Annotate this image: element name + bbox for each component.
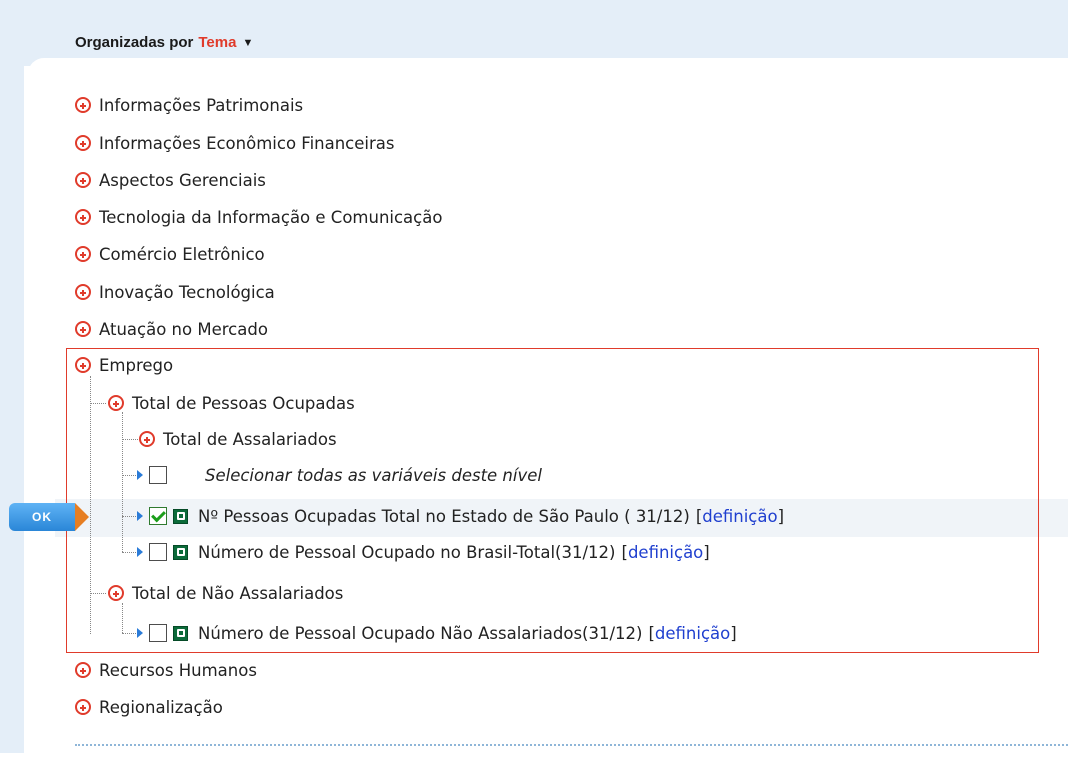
category-tecnologia[interactable]: Tecnologia da Informação e Comunicação: [75, 200, 442, 234]
definition-link[interactable]: definição: [655, 624, 730, 643]
node-label: Total de Não Assalariados: [132, 583, 344, 603]
category-atuacao-mercado[interactable]: Atuação no Mercado: [75, 312, 268, 346]
category-label: Emprego: [99, 355, 174, 375]
tree-connector: [90, 403, 106, 404]
variable-row-nao-assalariados[interactable]: Número de Pessoal Ocupado Não Assalariad…: [137, 616, 737, 650]
organize-by-label: Organizadas por: [75, 34, 194, 51]
category-label: Tecnologia da Informação e Comunicação: [99, 207, 443, 227]
category-informacoes-economico-financeiras[interactable]: Informações Econômico Financeiras: [75, 126, 394, 160]
variable-checkbox[interactable]: [149, 543, 167, 561]
category-recursos-humanos[interactable]: Recursos Humanos: [75, 653, 257, 687]
plus-circle-icon[interactable]: [75, 321, 91, 337]
plus-circle-icon[interactable]: [75, 97, 91, 113]
plus-circle-icon[interactable]: [75, 246, 91, 262]
node-total-pessoas-ocupadas[interactable]: Total de Pessoas Ocupadas: [108, 386, 355, 420]
category-comercio-eletronico[interactable]: Comércio Eletrônico: [75, 237, 265, 271]
arrow-right-icon: [137, 511, 143, 521]
category-label: Comércio Eletrônico: [99, 244, 265, 264]
plus-circle-icon[interactable]: [75, 172, 91, 188]
arrow-right-icon: [137, 628, 143, 638]
variable-row-sp[interactable]: Nº Pessoas Ocupadas Total no Estado de S…: [137, 499, 784, 533]
checkmark-icon: [150, 507, 166, 522]
tree-connector: [122, 412, 123, 552]
category-inovacao-tecnologica[interactable]: Inovação Tecnológica: [75, 275, 275, 309]
plus-circle-icon[interactable]: [108, 395, 124, 411]
plus-circle-icon[interactable]: [75, 357, 91, 373]
node-label: Total de Assalariados: [163, 429, 337, 449]
tree-connector: [122, 516, 136, 517]
variable-row-brasil[interactable]: Número de Pessoal Ocupado no Brasil-Tota…: [137, 535, 710, 569]
category-label: Recursos Humanos: [99, 660, 257, 680]
tree-connector: [122, 552, 136, 553]
organize-by-dropdown[interactable]: Organizadas por Tema ▼: [75, 34, 253, 51]
select-all-checkbox[interactable]: [149, 466, 167, 484]
category-label: Informações Patrimonais: [99, 95, 304, 115]
arrow-right-icon: [75, 503, 89, 531]
plus-circle-icon[interactable]: [108, 585, 124, 601]
variable-checkbox-checked[interactable]: [149, 507, 167, 525]
query-icon[interactable]: [173, 544, 188, 560]
category-label: Aspectos Gerenciais: [99, 170, 266, 190]
category-aspectos-gerenciais[interactable]: Aspectos Gerenciais: [75, 163, 266, 197]
definition-link[interactable]: definição: [702, 507, 777, 526]
node-total-assalariados[interactable]: Total de Assalariados: [139, 422, 337, 456]
tree-connector: [90, 593, 106, 594]
ok-button[interactable]: OK: [9, 503, 91, 531]
plus-circle-icon[interactable]: [75, 209, 91, 225]
category-informacoes-patrimonais[interactable]: Informações Patrimonais: [75, 88, 303, 122]
tree-connector: [122, 633, 136, 634]
plus-circle-icon[interactable]: [139, 431, 155, 447]
arrow-right-icon: [137, 470, 143, 480]
variable-label: Nº Pessoas Ocupadas Total no Estado de S…: [198, 506, 690, 526]
category-regionalizacao[interactable]: Regionalização: [75, 690, 223, 724]
category-label: Atuação no Mercado: [99, 319, 268, 339]
variable-checkbox[interactable]: [149, 624, 167, 642]
caret-down-icon: ▼: [242, 36, 254, 49]
plus-circle-icon[interactable]: [75, 662, 91, 678]
arrow-right-icon: [137, 547, 143, 557]
plus-circle-icon[interactable]: [75, 135, 91, 151]
category-label: Regionalização: [99, 697, 223, 717]
plus-circle-icon[interactable]: [75, 284, 91, 300]
node-total-nao-assalariados[interactable]: Total de Não Assalariados: [108, 576, 343, 610]
organize-by-value: Tema: [198, 34, 237, 51]
tree-connector: [122, 475, 136, 476]
query-icon[interactable]: [173, 508, 188, 524]
variable-label: Número de Pessoal Ocupado no Brasil-Tota…: [198, 542, 616, 562]
select-all-label: Selecionar todas as variáveis deste níve…: [205, 465, 542, 485]
select-all-row[interactable]: Selecionar todas as variáveis deste níve…: [137, 458, 542, 492]
variable-label: Número de Pessoal Ocupado Não Assalariad…: [198, 623, 643, 643]
plus-circle-icon[interactable]: [75, 699, 91, 715]
query-icon[interactable]: [173, 625, 188, 641]
category-emprego[interactable]: Emprego: [75, 348, 173, 382]
header-band: [0, 0, 1068, 66]
left-background-strip: [0, 0, 24, 753]
node-label: Total de Pessoas Ocupadas: [132, 393, 355, 413]
category-label: Inovação Tecnológica: [99, 282, 275, 302]
category-label: Informações Econômico Financeiras: [99, 133, 395, 153]
bottom-divider: [75, 744, 1068, 746]
ok-button-label: OK: [9, 503, 75, 531]
tree-connector: [122, 439, 138, 440]
definition-link[interactable]: definição: [628, 543, 703, 562]
